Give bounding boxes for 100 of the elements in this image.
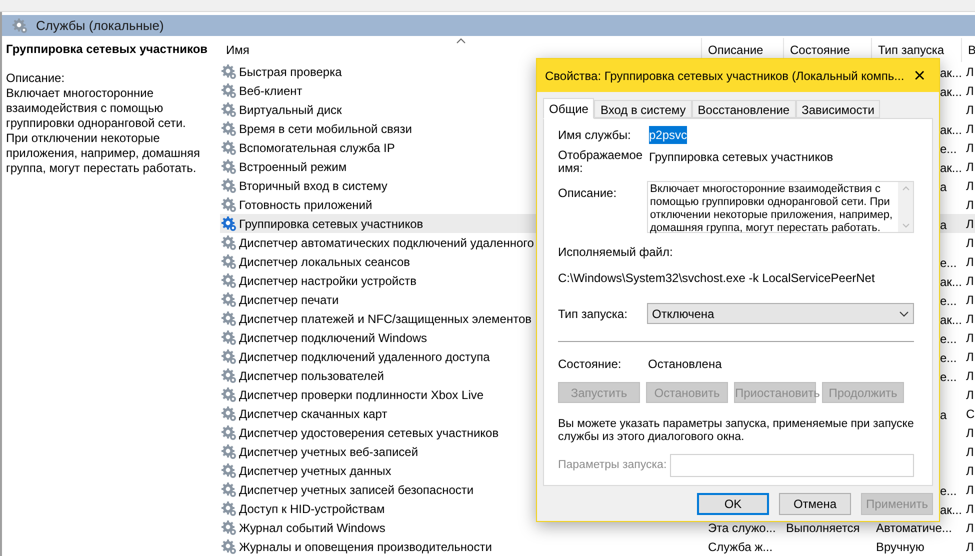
table-cell-text: ак... <box>940 122 962 138</box>
table-cell: Л <box>966 426 974 440</box>
gear-icon <box>221 158 237 174</box>
table-cell: Л <box>966 368 974 382</box>
gear-icon <box>221 386 237 402</box>
table-cell: Автоматиче... <box>876 520 952 534</box>
table-cell: Л <box>966 388 974 402</box>
scroll-up-icon[interactable] <box>902 186 910 191</box>
table-cell: Л <box>966 102 974 116</box>
table-cell: Л <box>966 350 974 364</box>
table-cell: Л <box>966 292 974 306</box>
table-cell: Л <box>966 160 974 174</box>
gear-icon <box>221 368 237 384</box>
table-cell: Л <box>966 198 974 212</box>
table-cell-text: е... <box>940 140 957 158</box>
field-label: Состояние: <box>558 356 622 373</box>
service-name-value: p2psvc <box>649 126 688 144</box>
close-button[interactable]: × <box>904 62 935 90</box>
table-cell: Л <box>966 502 974 516</box>
table-cell: Л <box>966 330 974 344</box>
table-cell-text: е... <box>940 368 957 386</box>
gear-icon <box>12 18 28 34</box>
tab[interactable]: Общие <box>543 98 594 119</box>
table-cell-text: е... <box>940 292 957 310</box>
gear-icon <box>221 82 237 98</box>
table-cell: Л <box>966 216 974 230</box>
table-cell-text: е... <box>940 330 957 348</box>
field-label: Имя службы: <box>558 127 632 144</box>
gear-icon <box>221 254 237 270</box>
table-cell-text: ак... <box>940 502 962 518</box>
table-cell-text: а <box>940 178 947 196</box>
table-cell-text: е... <box>940 254 957 272</box>
table-cell: Л <box>966 444 974 458</box>
gear-icon <box>221 234 237 250</box>
service-title: Группировка сетевых участников <box>6 41 209 57</box>
table-cell: Л <box>966 482 974 496</box>
dialog-title: Свойства: Группировка сетевых участников (Локальный компь... <box>545 68 904 84</box>
display-name-value: Группировка сетевых участников <box>649 149 834 166</box>
column-header[interactable]: В <box>962 38 975 62</box>
service-item[interactable]: Диспетчер подключений Windows <box>220 328 702 347</box>
gear-icon <box>221 102 237 118</box>
table-cell-text: ак... <box>940 312 962 328</box>
table-cell: Л <box>966 274 974 288</box>
table-cell: Л <box>966 122 974 136</box>
table-cell-text: а <box>940 216 947 234</box>
table-cell-text: ак... <box>940 274 962 290</box>
table-cell-text: ак... <box>940 160 962 176</box>
note-text: Вы можете указать параметры запуска, применяемые при запуске службы из этого диалогового окна. <box>558 418 914 444</box>
scrollbar[interactable] <box>898 182 913 232</box>
gear-icon <box>221 196 237 212</box>
table-cell-text: е... <box>940 350 957 366</box>
gear-icon <box>221 216 237 232</box>
startup-type-select[interactable]: Отключена <box>647 303 914 324</box>
gear-icon <box>221 178 237 194</box>
gear-icon <box>221 330 237 346</box>
table-cell: Л <box>966 464 974 478</box>
gear-icon <box>221 140 237 156</box>
table-cell-text: ак... <box>940 84 962 100</box>
table-cell: Л <box>966 236 974 250</box>
tab[interactable]: Восстановление <box>692 100 796 118</box>
service-item[interactable]: Журналы и оповещения производительности <box>220 537 702 556</box>
table-cell: Л <box>966 140 974 154</box>
gear-icon <box>221 292 237 308</box>
gear-icon <box>221 310 237 326</box>
description-text: Включает многосторонние взаимодействия с помощью группировки одноранговой сети. При отключении некоторые приложения, например, домашняя группа, могут перестать работать. <box>6 86 202 176</box>
field-label: Исполняемый файл: <box>558 244 674 261</box>
gear-icon <box>221 348 237 364</box>
field-label: Описание: <box>558 185 618 202</box>
table-cell: С <box>966 406 975 420</box>
gear-icon <box>221 64 237 80</box>
tab[interactable]: Зависимости <box>796 100 880 118</box>
table-cell: Л <box>966 540 974 554</box>
gear-icon <box>221 462 237 478</box>
table-cell: Л <box>966 312 974 326</box>
service-item[interactable]: Журнал событий Windows <box>220 518 702 537</box>
table-cell: Выполняется <box>786 520 860 534</box>
dialog-button[interactable]: Отмена <box>779 493 851 515</box>
gear-icon <box>221 406 237 422</box>
executable-path: C:\Windows\System32\svchost.exe -k LocalServicePeerNet <box>558 270 876 287</box>
chevron-down-icon <box>899 310 909 316</box>
table-cell: Вручную <box>876 540 924 554</box>
header-title: Службы (локальные) <box>36 16 164 35</box>
table-cell-text: ак... <box>940 64 962 82</box>
gear-icon <box>221 120 237 136</box>
dialog-button[interactable]: OK <box>697 493 769 515</box>
gear-icon <box>221 520 237 536</box>
gear-icon <box>221 482 237 498</box>
scroll-down-icon[interactable] <box>902 223 910 228</box>
table-cell: Эта служо... <box>708 520 776 534</box>
gear-icon <box>221 272 237 288</box>
table-cell-text: е... <box>940 482 957 500</box>
table-cell-text: а <box>940 406 947 424</box>
table-cell: Служба ж... <box>708 540 773 554</box>
gear-icon <box>221 424 237 440</box>
field-label: Отображаемое имя: <box>558 149 644 175</box>
table-cell: Л <box>966 178 974 192</box>
gear-icon <box>221 500 237 516</box>
table-cell: Л <box>966 84 974 98</box>
tab[interactable]: Вход в систему <box>594 100 692 118</box>
table-cell: Л <box>966 520 974 534</box>
